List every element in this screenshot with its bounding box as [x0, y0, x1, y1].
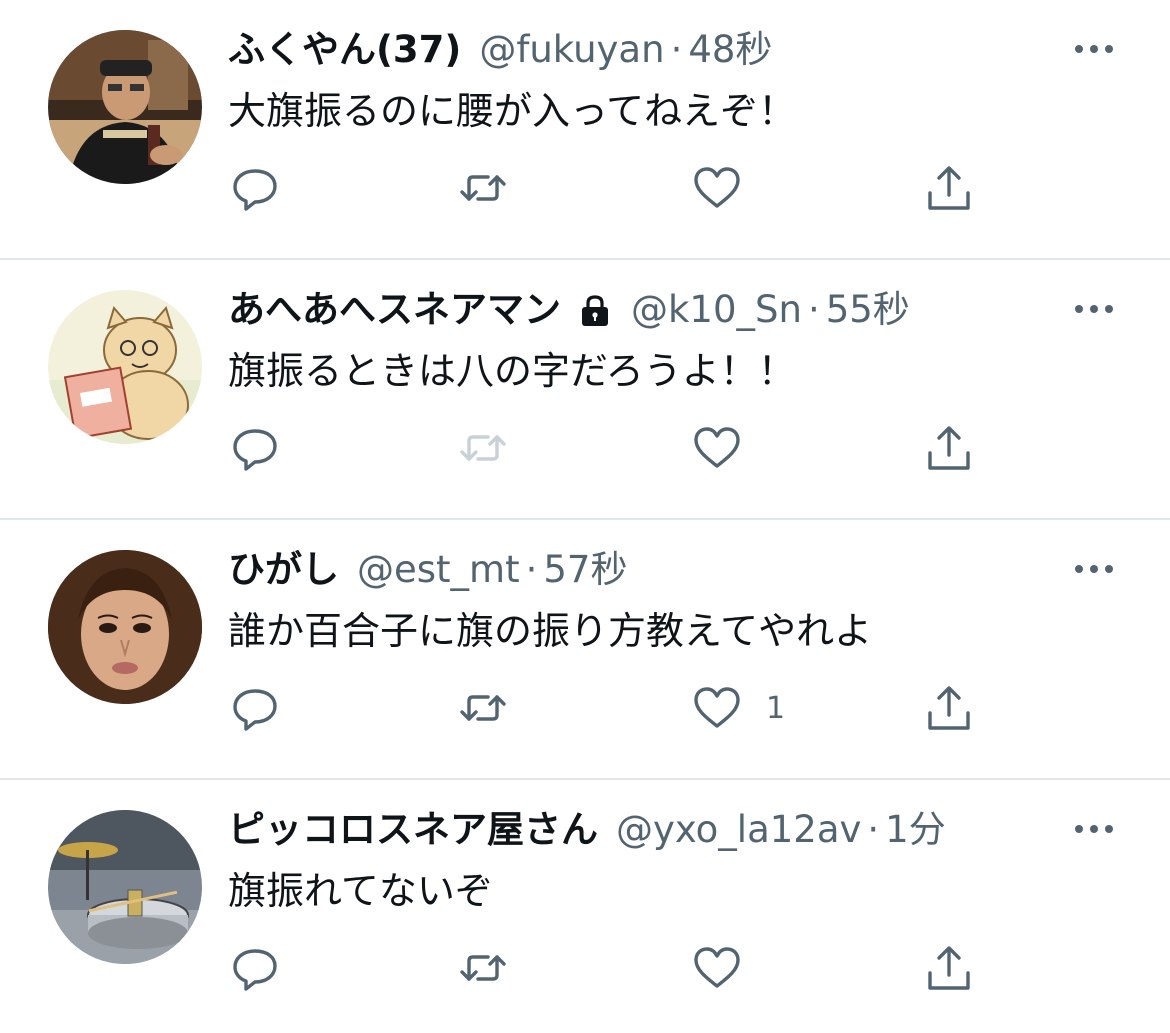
separator-dot: · [867, 808, 880, 851]
share-button[interactable] [924, 680, 974, 736]
retweet-icon [460, 435, 506, 461]
tweet-text: 誰か百合子に旗の振り方教えてやれよ [228, 609, 873, 653]
lock-icon [577, 292, 613, 328]
avatar[interactable] [48, 30, 202, 184]
tweet-header: あへあへスネアマン @k10_Sn · 55秒 [228, 286, 1040, 334]
reply-button[interactable] [230, 940, 280, 996]
share-icon [928, 946, 970, 990]
timeline: ふくやん(37) @fukuyan · 48秒 大旗振るのに腰が入ってねえぞ！ [0, 0, 1170, 1033]
share-icon [928, 166, 970, 210]
user-handle[interactable]: @yxo_la12av [616, 806, 861, 854]
avatar-image [48, 30, 202, 184]
reply-icon [233, 689, 277, 731]
display-name[interactable]: ピッコロスネア屋さん [228, 806, 598, 854]
share-icon [928, 686, 970, 730]
share-button[interactable] [924, 940, 974, 996]
like-icon [694, 427, 740, 468]
share-button[interactable] [924, 160, 974, 216]
reply-icon [233, 429, 277, 471]
reply-button[interactable] [230, 160, 280, 216]
avatar[interactable] [48, 290, 202, 444]
more-icon[interactable] [1072, 814, 1116, 844]
tweet[interactable]: ピッコロスネア屋さん @yxo_la12av · 1分 旗振れてないぞ [0, 780, 1170, 1033]
tweet[interactable]: あへあへスネアマン @k10_Sn · 55秒 旗振るときは八の字だろうよ！！ [0, 260, 1170, 520]
tweet-header: ピッコロスネア屋さん @yxo_la12av · 1分 [228, 806, 1040, 854]
like-count: 1 [766, 690, 786, 726]
avatar-image [48, 290, 202, 444]
avatar-image [48, 810, 202, 964]
display-name[interactable]: あへあへスネアマン [228, 286, 561, 334]
timestamp[interactable]: 48秒 [688, 26, 772, 74]
reply-icon [233, 169, 277, 211]
user-handle[interactable]: @est_mt [357, 546, 520, 594]
more-icon[interactable] [1072, 294, 1116, 324]
separator-dot: · [525, 548, 538, 591]
timestamp[interactable]: 55秒 [826, 286, 910, 334]
tweet-text: 旗振るときは八の字だろうよ！！ [228, 349, 796, 393]
separator-dot: · [807, 288, 820, 331]
like-button[interactable] [692, 940, 766, 996]
retweet-icon [460, 695, 506, 721]
tweet-text: 旗振れてないぞ [228, 869, 493, 913]
tweet-actions [228, 160, 988, 216]
like-button[interactable] [692, 160, 766, 216]
more-icon[interactable] [1072, 34, 1116, 64]
display-name[interactable]: ひがし [228, 546, 339, 594]
retweet-button[interactable] [458, 940, 508, 996]
tweet[interactable]: ふくやん(37) @fukuyan · 48秒 大旗振るのに腰が入ってねえぞ！ [0, 0, 1170, 260]
user-handle[interactable]: @fukuyan [479, 26, 664, 74]
tweet-header: ひがし @est_mt · 57秒 [228, 546, 1040, 594]
timestamp[interactable]: 1分 [885, 806, 946, 854]
avatar[interactable] [48, 810, 202, 964]
tweet-text: 大旗振るのに腰が入ってねえぞ！ [228, 89, 797, 133]
avatar[interactable] [48, 550, 202, 704]
tweet-header: ふくやん(37) @fukuyan · 48秒 [228, 26, 1040, 74]
separator-dot: · [670, 28, 683, 71]
display-name[interactable]: ふくやん(37) [228, 26, 461, 74]
share-icon [928, 426, 970, 470]
share-button[interactable] [924, 420, 974, 476]
reply-button[interactable] [230, 420, 280, 476]
retweet-icon [460, 955, 506, 981]
reply-button[interactable] [230, 680, 280, 736]
like-icon [694, 167, 740, 208]
tweet[interactable]: ひがし @est_mt · 57秒 誰か百合子に旗の振り方教えてやれよ 1 [0, 520, 1170, 780]
tweet-actions: 1 [228, 680, 988, 736]
retweet-button-disabled [458, 420, 508, 476]
reply-icon [233, 949, 277, 991]
like-button[interactable] [692, 420, 766, 476]
like-icon [694, 947, 740, 988]
more-icon[interactable] [1072, 554, 1116, 584]
tweet-actions [228, 420, 988, 476]
tweet-actions [228, 940, 988, 996]
user-handle[interactable]: @k10_Sn [631, 286, 802, 334]
like-icon [694, 687, 740, 728]
retweet-button[interactable] [458, 160, 508, 216]
retweet-button[interactable] [458, 680, 508, 736]
retweet-icon [460, 175, 506, 201]
avatar-image [48, 550, 202, 704]
timestamp[interactable]: 57秒 [543, 546, 627, 594]
like-button[interactable]: 1 [692, 680, 785, 736]
